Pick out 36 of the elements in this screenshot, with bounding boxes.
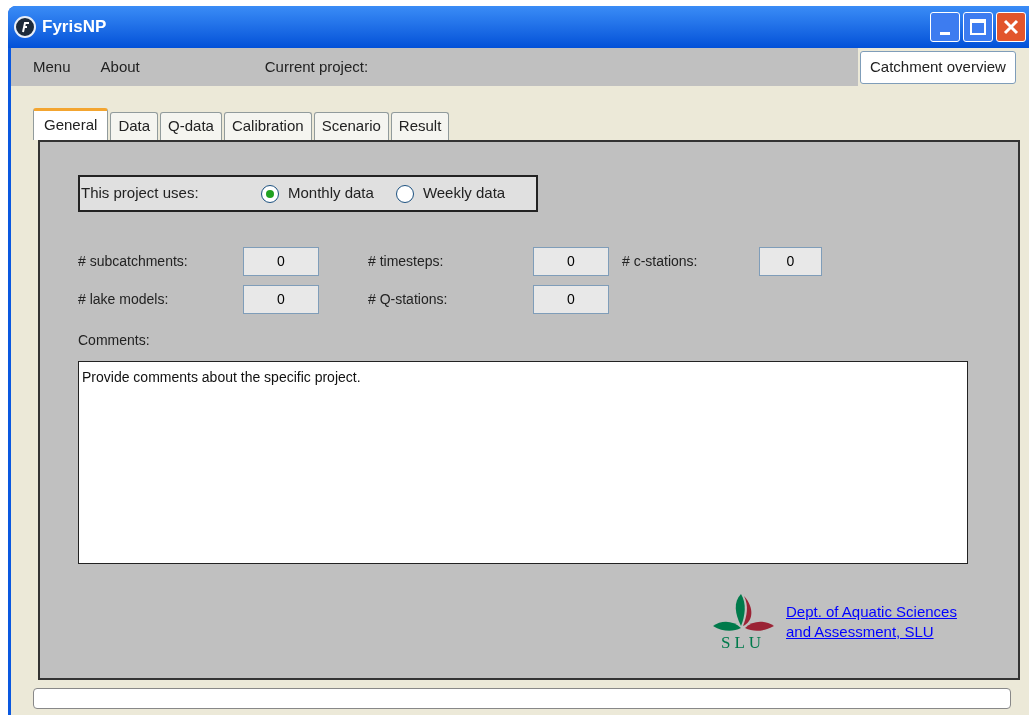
tab[interactable]: General — [33, 108, 109, 140]
data-type-label: This project uses: — [81, 183, 200, 204]
tab[interactable]: Q-data — [160, 112, 222, 140]
slu-logo-text: SLU — [720, 634, 766, 652]
count-field[interactable]: 0 — [243, 247, 319, 276]
radio-button[interactable] — [261, 184, 279, 203]
radio-option[interactable]: Monthly data — [261, 182, 374, 205]
minimize-button[interactable] — [930, 12, 960, 42]
count-label: # c-stations: — [622, 252, 699, 271]
radio-button[interactable] — [395, 184, 414, 203]
count-label: # Q-stations: — [368, 290, 449, 309]
radio-option[interactable]: Weekly data — [395, 182, 506, 205]
department-link[interactable]: Dept. of Aquatic Sciences and Assessment, SLU — [786, 602, 957, 642]
menu-item[interactable]: About — [100, 55, 140, 79]
count-field[interactable]: 0 — [758, 247, 822, 276]
menu-item[interactable]: Menu — [33, 55, 71, 79]
count-label: # subcatchments: — [78, 252, 189, 271]
window-title: FyrisNP — [42, 16, 107, 39]
tab[interactable]: Scenario — [313, 112, 389, 140]
catchment-overview-button[interactable]: Catchment overview — [860, 51, 1016, 84]
close-button[interactable] — [996, 12, 1026, 42]
count-label: # lake models: — [78, 290, 170, 309]
close-icon — [1003, 19, 1019, 35]
current-project-label: Current project: — [264, 56, 369, 77]
slu-logo-icon — [711, 592, 775, 634]
count-field[interactable]: 0 — [243, 285, 319, 314]
comments-label: Comments: — [78, 331, 151, 350]
tab[interactable]: Result — [390, 112, 450, 140]
tab[interactable]: Data — [110, 112, 159, 140]
count-field[interactable]: 0 — [533, 285, 609, 314]
tab[interactable]: Calibration — [223, 112, 312, 140]
app-logo-icon — [14, 16, 36, 38]
count-label: # timesteps: — [368, 252, 445, 271]
comments-field[interactable]: Provide comments about the specific project. — [78, 361, 968, 564]
count-field[interactable]: 0 — [533, 247, 609, 276]
maximize-button[interactable] — [963, 12, 993, 42]
